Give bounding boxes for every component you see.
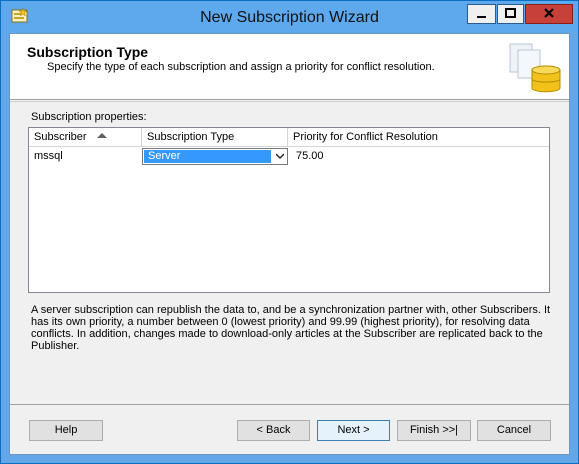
maximize-icon — [505, 8, 516, 18]
page-subtitle: Specify the type of each subscription an… — [47, 61, 435, 73]
next-button[interactable]: Next > — [317, 420, 390, 441]
subscription-type-dropdown[interactable]: Server — [142, 148, 288, 165]
sort-ascending-icon — [97, 133, 107, 138]
table-row[interactable]: mssql Server 75.00 — [29, 147, 549, 165]
priority-cell[interactable]: 75.00 — [291, 147, 549, 165]
wizard-body: Subscription Type Specify the type of ea… — [9, 33, 570, 455]
title-bar[interactable]: New Subscription Wizard — [1, 1, 578, 33]
close-button[interactable] — [525, 4, 573, 24]
header-divider — [10, 101, 569, 102]
page-title: Subscription Type — [27, 44, 149, 60]
wizard-window: New Subscription Wizard Subscription Typ… — [0, 0, 579, 464]
help-button[interactable]: Help — [29, 420, 103, 441]
subscription-properties-label: Subscription properties: — [31, 111, 147, 123]
column-header-priority[interactable]: Priority for Conflict Resolution — [288, 128, 549, 146]
column-header-subscriber[interactable]: Subscriber — [29, 128, 142, 146]
wizard-header: Subscription Type Specify the type of ea… — [10, 34, 569, 100]
back-button[interactable]: < Back — [237, 420, 310, 441]
subscription-type-value: Server — [144, 150, 271, 163]
subscriber-cell: mssql — [34, 150, 63, 162]
minimize-icon — [477, 16, 486, 18]
subscription-properties-grid[interactable]: Subscriber Subscription Type Priority fo… — [28, 127, 550, 293]
replication-database-icon — [509, 43, 561, 93]
cancel-button[interactable]: Cancel — [477, 420, 551, 441]
chevron-down-icon — [276, 153, 284, 159]
finish-button[interactable]: Finish >>| — [397, 420, 471, 441]
footer-divider — [10, 404, 569, 405]
minimize-button[interactable] — [467, 4, 496, 24]
maximize-button[interactable] — [497, 4, 524, 24]
subscription-description: A server subscription can republish the … — [31, 304, 551, 352]
column-header-subscription-type[interactable]: Subscription Type — [142, 128, 288, 146]
grid-header: Subscriber Subscription Type Priority fo… — [29, 128, 549, 147]
close-icon — [544, 8, 554, 18]
